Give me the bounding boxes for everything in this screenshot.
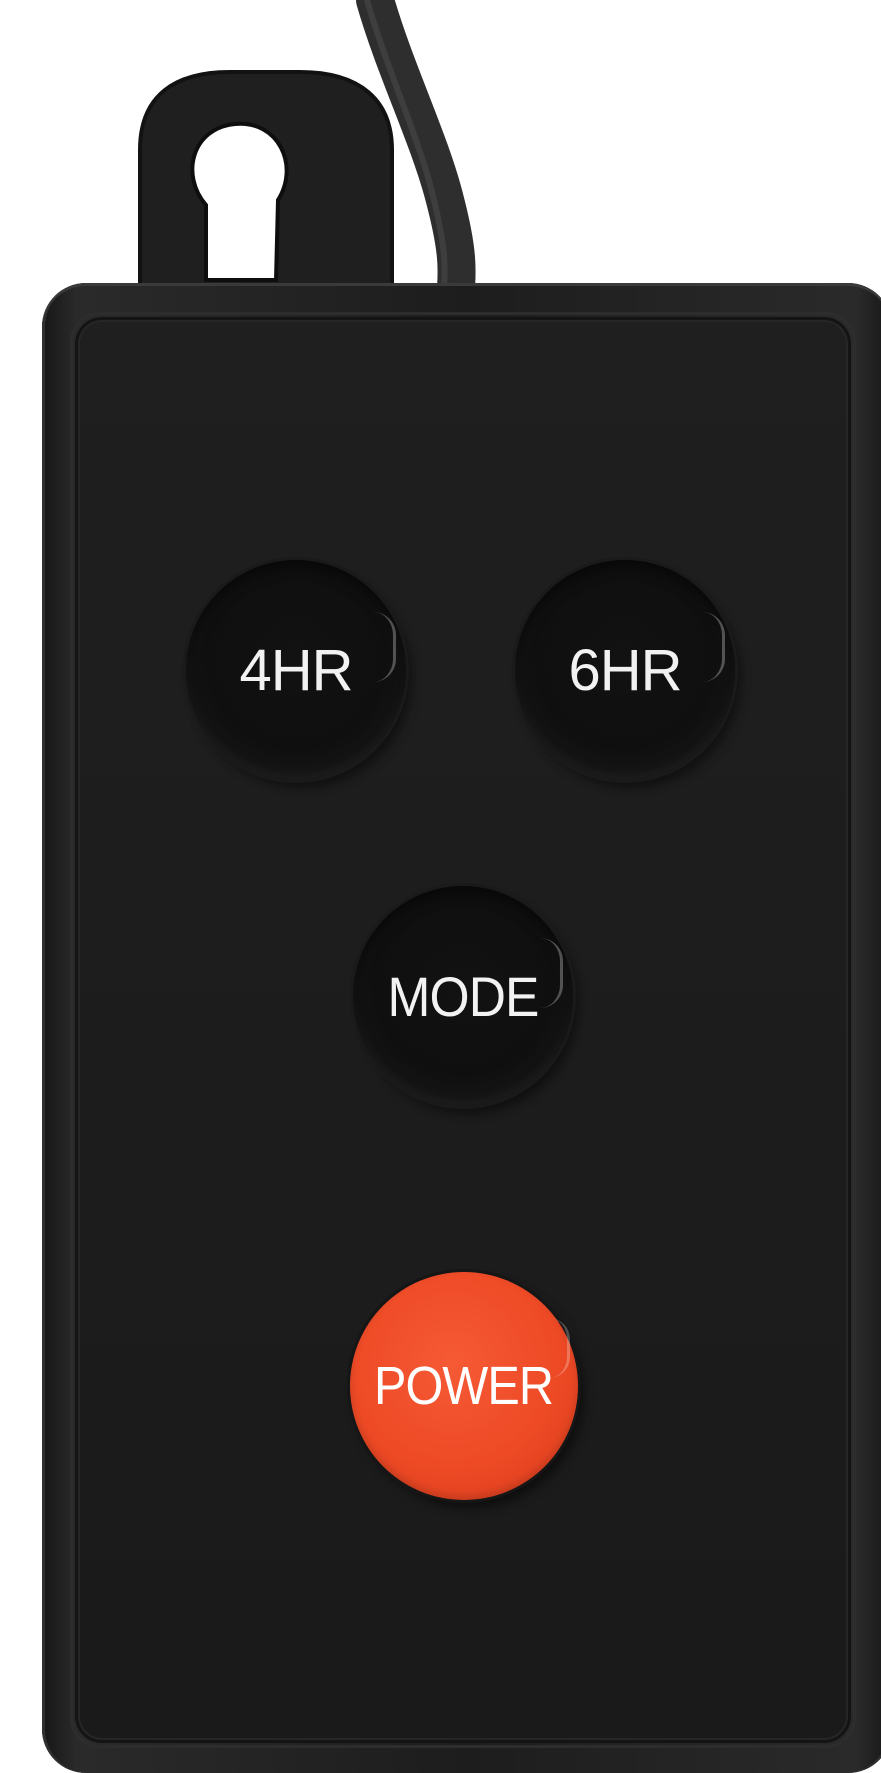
timer-4hr-label: 4HR	[239, 637, 353, 703]
product-photo: 4HR 6HR MODE POWER	[0, 0, 881, 1773]
mode-button[interactable]: MODE	[353, 886, 573, 1106]
timer-6hr-label: 6HR	[568, 637, 682, 703]
power-button[interactable]: POWER	[350, 1272, 578, 1500]
keyhole-slot	[190, 121, 289, 282]
timer-4hr-button[interactable]: 4HR	[186, 560, 406, 780]
mode-label: MODE	[387, 964, 540, 1028]
power-label: POWER	[374, 1356, 554, 1416]
timer-6hr-button[interactable]: 6HR	[515, 560, 735, 780]
